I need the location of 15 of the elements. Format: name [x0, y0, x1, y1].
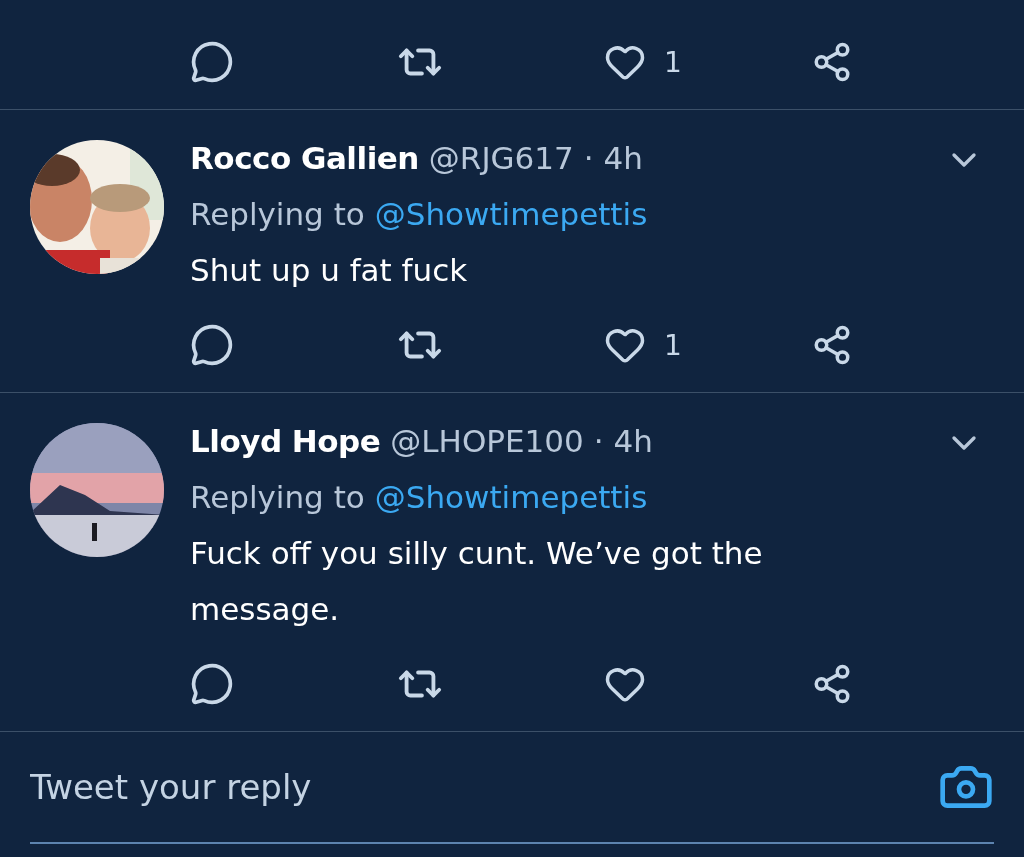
- replying-label: Replying to: [190, 478, 365, 517]
- tweet-text: Shut up u fat fuck: [190, 251, 469, 290]
- author-name[interactable]: Lloyd Hope: [190, 413, 381, 469]
- mention-link[interactable]: @Showtimepettis: [374, 469, 648, 525]
- author-handle: @RJG617: [428, 139, 574, 178]
- reply-field[interactable]: Tweet your reply: [30, 767, 630, 807]
- replying-label: Replying to: [190, 195, 365, 234]
- tweet-time: · 4h: [583, 139, 643, 178]
- tweet-time: · 4h: [593, 422, 653, 461]
- like-count: 1: [664, 328, 682, 362]
- author-handle: @LHOPE100: [390, 422, 584, 461]
- like-count: 1: [664, 45, 682, 79]
- tweet-text: Fuck off you silly cunt. We’ve got the message.: [190, 534, 764, 629]
- author-name[interactable]: Rocco Gallien: [190, 130, 419, 186]
- mention-link[interactable]: @Showtimepettis: [374, 186, 648, 242]
